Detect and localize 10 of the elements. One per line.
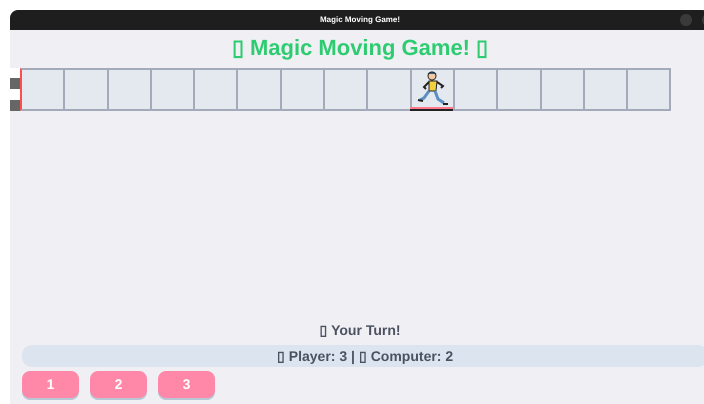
runner-icon — [416, 70, 450, 108]
turn-indicator: ▯ Your Turn! — [318, 321, 402, 340]
score-bar: ▯ Player: 3 | ▯ Computer: 2 — [22, 345, 704, 367]
window-title: Magic Moving Game! — [320, 14, 400, 26]
move-button[interactable]: 1 — [22, 371, 79, 398]
position-marker — [410, 107, 455, 111]
move-button[interactable]: 3 — [158, 371, 215, 398]
minimize-button[interactable] — [680, 14, 692, 26]
game-title: ▯ Magic Moving Game! ▯ — [230, 34, 490, 62]
move-button[interactable]: 2 — [90, 371, 147, 398]
